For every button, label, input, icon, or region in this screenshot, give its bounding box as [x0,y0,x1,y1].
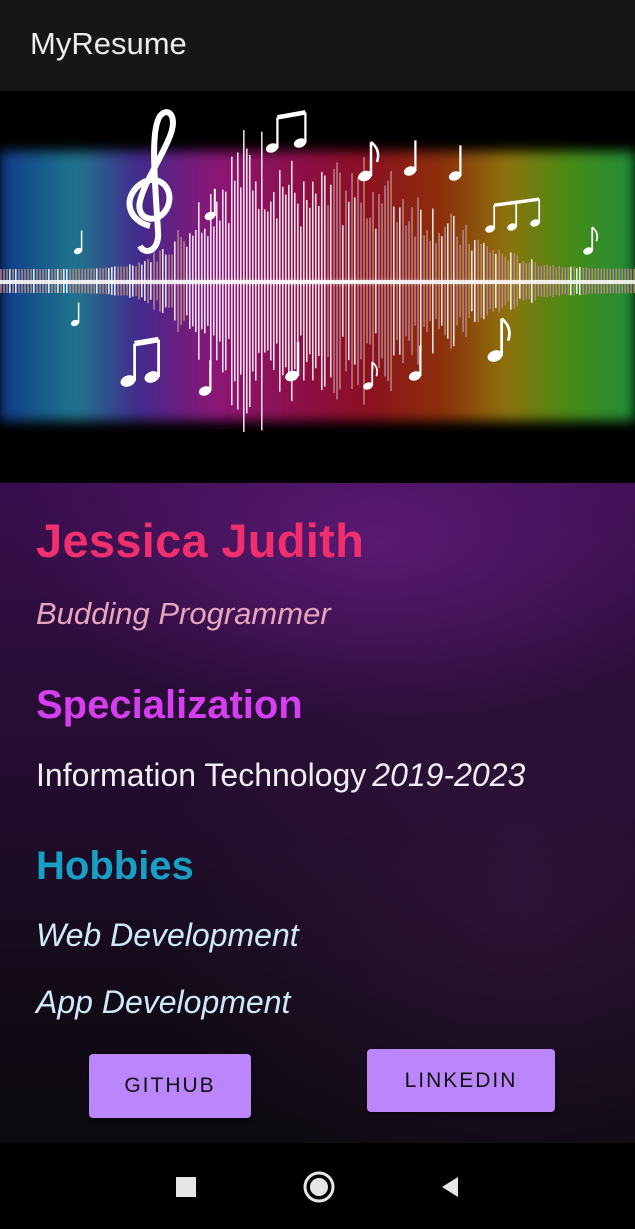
recents-button[interactable] [170,1171,202,1203]
specialization-years: 2019-2023 [372,757,526,793]
music-waveform-banner-image [0,91,635,483]
profile-tagline: Budding Programmer [36,596,331,631]
square-icon [176,1177,196,1197]
system-navigation-bar [0,1143,635,1229]
hobby-item: Web Development [36,917,299,953]
app-bar: MyResume [0,0,635,91]
hobbies-heading: Hobbies [36,844,194,888]
back-button[interactable] [434,1171,466,1203]
resume-content: Jessica Judith Budding Programmer Specia… [0,483,635,1143]
home-button[interactable] [299,1167,339,1207]
hobby-item: App Development [36,984,291,1020]
hero-banner [0,91,635,483]
github-button[interactable]: GITHUB [89,1054,251,1118]
profile-name: Jessica Judith [36,514,365,567]
specialization-heading: Specialization [36,683,303,727]
circle-icon [303,1171,335,1203]
specialization-field: Information Technology [36,757,367,793]
linkedin-button[interactable]: LINKEDIN [367,1049,555,1112]
app-title: MyResume [30,26,187,61]
specialization-line: Information Technology 2019-2023 [36,757,525,794]
triangle-back-icon [442,1177,458,1197]
